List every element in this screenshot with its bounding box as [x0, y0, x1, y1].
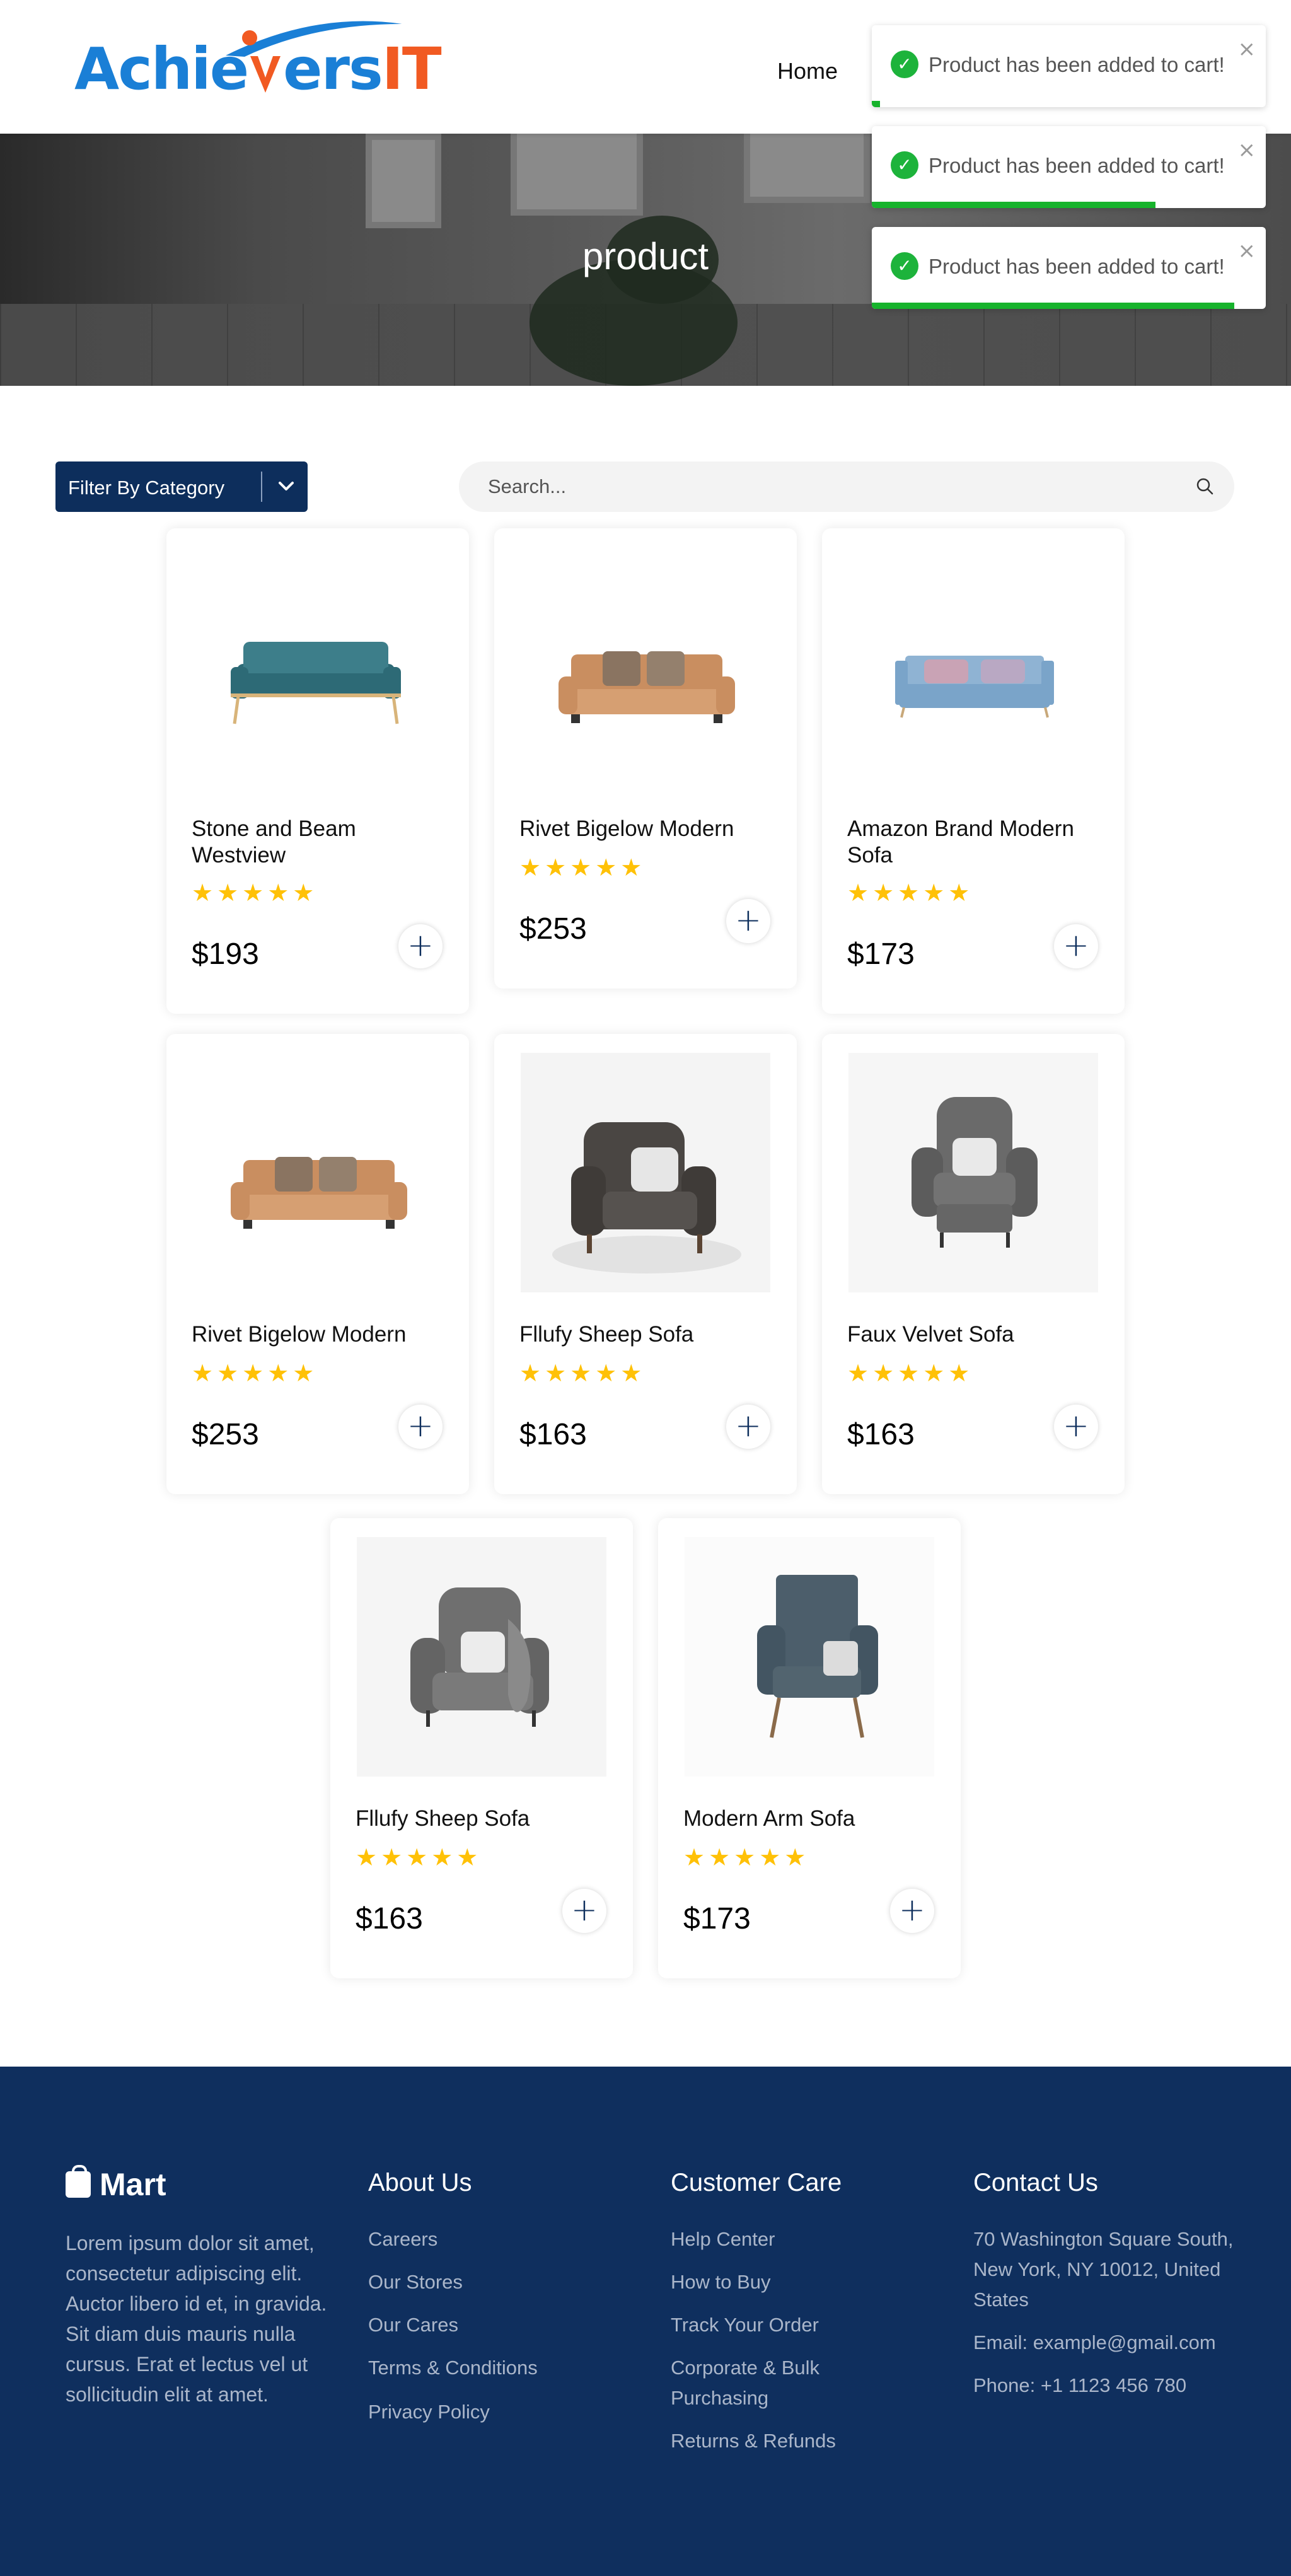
toast-progress-bar: [872, 202, 1155, 208]
star-rating: ★★★★★: [356, 1843, 482, 1871]
filter-divider: [261, 472, 262, 502]
product-name[interactable]: Stone and Beam Westview: [192, 816, 444, 869]
product-card[interactable]: Fllufy Sheep Sofa ★★★★★ $163 +: [330, 1518, 633, 1978]
hero-picture-frame: [744, 134, 870, 203]
product-name[interactable]: Faux Velvet Sofa: [847, 1321, 1099, 1348]
product-image: [231, 1157, 407, 1229]
toast-message: Product has been added to cart!: [929, 255, 1225, 278]
logo-v-icon: [250, 56, 281, 93]
star-rating: ★★★★★: [847, 1359, 974, 1387]
product-card[interactable]: Rivet Bigelow Modern ★★★★★ $253 +: [494, 528, 797, 989]
product-name[interactable]: Rivet Bigelow Modern: [192, 1321, 444, 1348]
product-card[interactable]: Faux Velvet Sofa ★★★★★ $163 +: [822, 1034, 1125, 1494]
product-card[interactable]: Amazon Brand Modern Sofa ★★★★★ $173 +: [822, 528, 1125, 1014]
footer-phone[interactable]: Phone: +1 1123 456 780: [973, 2370, 1186, 2401]
toast-progress-bar: [872, 101, 880, 107]
footer-about-title: About Us: [368, 2169, 472, 2196]
footer-link-careers[interactable]: Careers: [368, 2224, 437, 2254]
footer-link-our-stores[interactable]: Our Stores: [368, 2267, 463, 2297]
check-circle-icon: ✓: [891, 50, 918, 78]
add-to-cart-button[interactable]: +: [398, 1405, 443, 1449]
star-rating: ★★★★★: [519, 854, 646, 881]
product-image: [848, 1053, 1098, 1292]
product-price: $173: [847, 937, 915, 971]
product-price: $193: [192, 937, 259, 971]
check-circle-icon: ✓: [891, 252, 918, 280]
product-name[interactable]: Rivet Bigelow Modern: [519, 816, 772, 842]
add-to-cart-button[interactable]: +: [1054, 924, 1098, 968]
footer-link-returns[interactable]: Returns & Refunds: [671, 2426, 836, 2456]
chevron-down-icon: [279, 482, 294, 490]
footer-link-track-order[interactable]: Track Your Order: [671, 2310, 819, 2340]
toast-notification[interactable]: ✓ Product has been added to cart! ×: [872, 126, 1266, 208]
logo-wordmark: Achie ersIT: [74, 35, 442, 103]
star-rating: ★★★★★: [847, 879, 974, 907]
product-name[interactable]: Modern Arm Sofa: [683, 1806, 935, 1832]
product-price: $163: [356, 1902, 423, 1935]
close-icon[interactable]: ×: [1238, 137, 1256, 163]
add-to-cart-button[interactable]: +: [726, 899, 770, 943]
footer-link-corporate[interactable]: Corporate & Bulk Purchasing: [671, 2353, 879, 2413]
brand-logo[interactable]: Achie ersIT: [74, 18, 442, 100]
footer-link-how-to-buy[interactable]: How to Buy: [671, 2267, 771, 2297]
star-rating: ★★★★★: [683, 1843, 810, 1871]
footer-contact-title: Contact Us: [973, 2169, 1098, 2196]
star-rating: ★★★★★: [192, 879, 318, 907]
footer-email[interactable]: Email: example@gmail.com: [973, 2328, 1216, 2358]
add-to-cart-button[interactable]: +: [726, 1405, 770, 1449]
toast-message: Product has been added to cart!: [929, 53, 1225, 76]
site-footer: Mart Lorem ipsum dolor sit amet, consect…: [0, 2067, 1291, 2576]
footer-link-privacy[interactable]: Privacy Policy: [368, 2397, 490, 2427]
add-to-cart-button[interactable]: +: [890, 1889, 934, 1933]
product-price: $173: [683, 1902, 751, 1935]
footer-link-our-cares[interactable]: Our Cares: [368, 2310, 458, 2340]
add-to-cart-button[interactable]: +: [562, 1889, 606, 1933]
product-card[interactable]: Rivet Bigelow Modern ★★★★★ $253 +: [166, 1034, 469, 1494]
hero-picture-frame: [511, 134, 643, 216]
star-rating: ★★★★★: [192, 1359, 318, 1387]
nav-home-link[interactable]: Home: [777, 58, 838, 84]
toast-message: Product has been added to cart!: [929, 154, 1225, 177]
toast-notification[interactable]: ✓ Product has been added to cart! ×: [872, 227, 1266, 309]
shopping-bag-icon: [66, 2165, 91, 2198]
toast-notification[interactable]: ✓ Product has been added to cart! ×: [872, 25, 1266, 107]
product-image: [357, 1537, 606, 1777]
product-card[interactable]: Stone and Beam Westview ★★★★★ $193 +: [166, 528, 469, 1014]
footer-link-terms[interactable]: Terms & Conditions: [368, 2353, 538, 2383]
product-card[interactable]: Fllufy Sheep Sofa ★★★★★ $163 +: [494, 1034, 797, 1494]
toast-progress-bar: [872, 303, 1234, 309]
filter-by-category-select[interactable]: Filter By Category: [55, 461, 308, 512]
close-icon[interactable]: ×: [1238, 238, 1256, 264]
search-input[interactable]: [488, 473, 1118, 501]
product-image: [521, 1053, 770, 1292]
check-circle-icon: ✓: [891, 151, 918, 179]
product-price: $253: [519, 912, 587, 946]
footer-care-title: Customer Care: [671, 2169, 842, 2196]
footer-address: 70 Washington Square South, New York, NY…: [973, 2228, 1234, 2311]
product-name[interactable]: Fllufy Sheep Sofa: [519, 1321, 772, 1348]
footer-link-help-center[interactable]: Help Center: [671, 2224, 775, 2254]
footer-description: Lorem ipsum dolor sit amet, consectetur …: [66, 2232, 327, 2406]
footer-brand-name: Mart: [100, 2167, 166, 2202]
product-price: $163: [847, 1418, 915, 1451]
add-to-cart-button[interactable]: +: [398, 924, 443, 968]
product-image: [231, 642, 401, 724]
product-image: [559, 651, 735, 723]
close-icon[interactable]: ×: [1238, 37, 1256, 62]
star-rating: ★★★★★: [519, 1359, 646, 1387]
add-to-cart-button[interactable]: +: [1054, 1405, 1098, 1449]
product-image: [685, 1537, 934, 1777]
hero-picture-frame: [366, 134, 441, 228]
product-name[interactable]: Fllufy Sheep Sofa: [356, 1806, 608, 1832]
product-price: $253: [192, 1418, 259, 1451]
product-name[interactable]: Amazon Brand Modern Sofa: [847, 816, 1099, 869]
filter-label: Filter By Category: [68, 477, 225, 499]
product-card[interactable]: Modern Arm Sofa ★★★★★ $173 +: [658, 1518, 961, 1978]
search-bar: [459, 461, 1234, 512]
product-price: $163: [519, 1418, 587, 1451]
footer-brand[interactable]: Mart: [66, 2165, 166, 2203]
search-icon[interactable]: [1194, 475, 1217, 498]
product-image: [895, 656, 1054, 718]
